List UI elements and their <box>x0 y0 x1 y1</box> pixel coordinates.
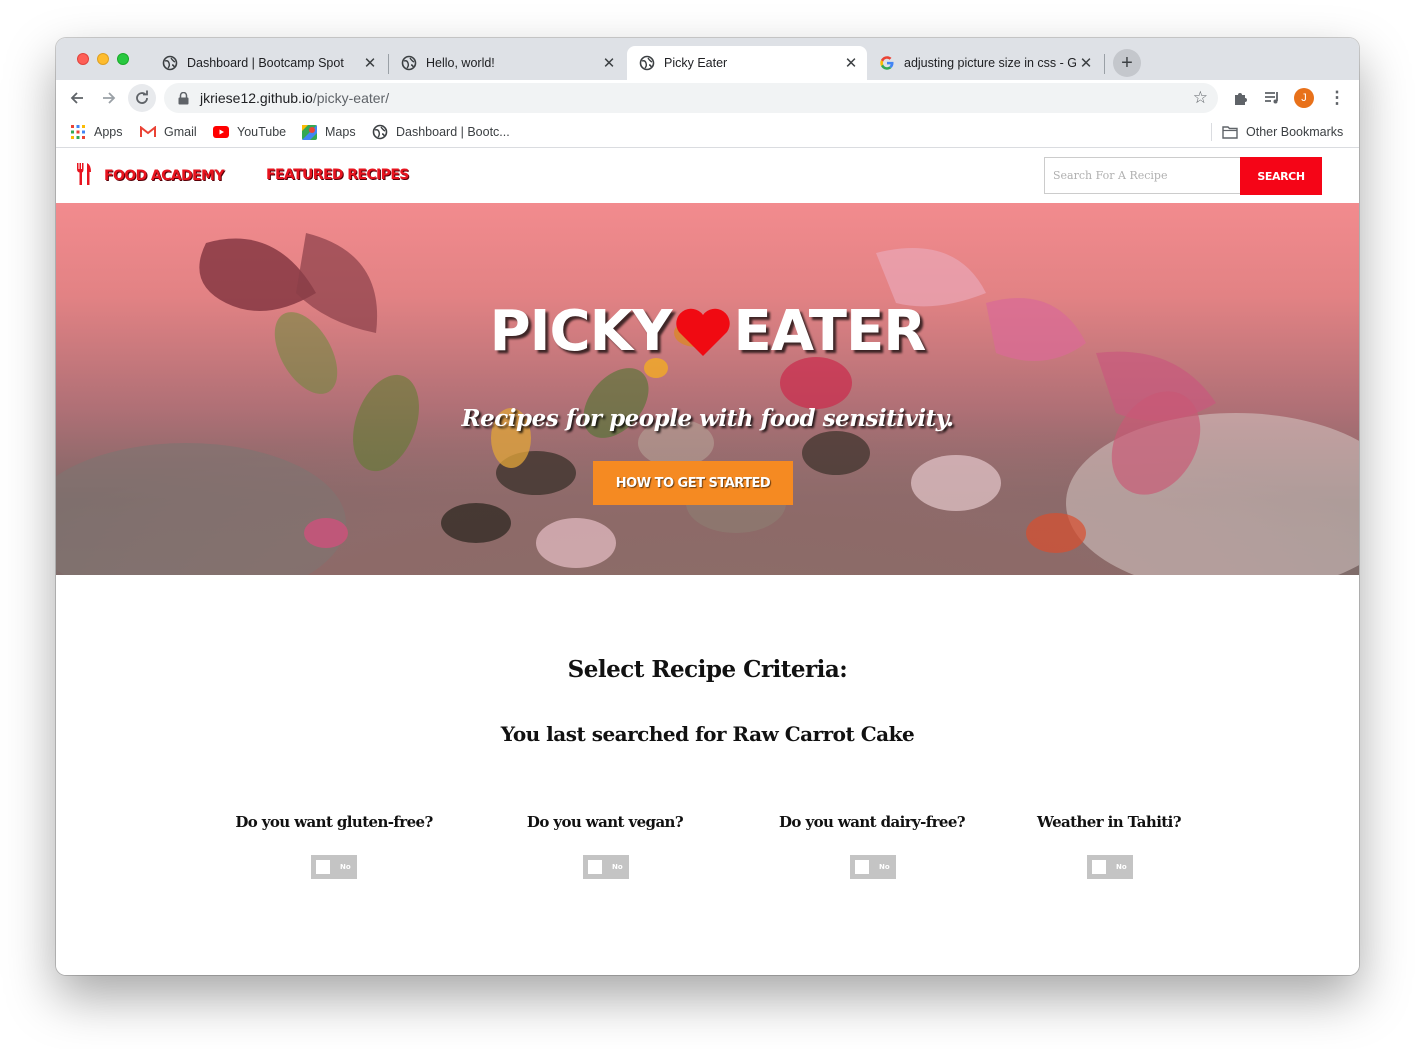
bookmark-apps[interactable]: Apps <box>70 116 123 148</box>
brand-name: Food Academy <box>104 168 224 184</box>
avatar: J <box>1294 88 1314 108</box>
gluten-free-toggle[interactable]: No <box>311 855 357 879</box>
bookmark-label: Apps <box>94 125 123 139</box>
back-button[interactable] <box>63 84 91 112</box>
gluten-free-question: Do you want gluten-free? <box>235 813 433 831</box>
toggle-label: No <box>1116 863 1127 871</box>
globe-icon <box>372 124 388 140</box>
tab-strip: Dashboard | Bootcamp Spot ✕ Hello, world… <box>56 38 1359 80</box>
youtube-icon <box>213 124 229 140</box>
hero-title-left: PICKY <box>489 299 673 364</box>
vegan-toggle[interactable]: No <box>583 855 629 879</box>
bookmark-star-icon[interactable]: ☆ <box>1193 88 1208 108</box>
arrow-right-icon <box>103 92 116 104</box>
forward-button[interactable] <box>95 84 123 112</box>
url-text: jkriese12.github.io/picky-eater/ <box>200 90 389 106</box>
bookmark-label: YouTube <box>237 125 287 139</box>
browser-toolbar: jkriese12.github.io/picky-eater/ ☆ J ⋮ <box>56 80 1359 116</box>
last-search-text: You last searched for Raw Carrot Cake <box>500 722 915 746</box>
tab-title: Picky Eater <box>664 56 728 70</box>
bookmark-label: Other Bookmarks <box>1246 125 1344 139</box>
hero-title: PICKY EATER <box>56 299 1359 364</box>
more-vertical-icon: ⋮ <box>1328 88 1346 107</box>
globe-icon <box>639 55 655 71</box>
close-icon[interactable]: ✕ <box>1076 53 1096 73</box>
heart-icon <box>675 308 730 356</box>
apps-grid-icon <box>70 124 86 140</box>
address-bar[interactable]: jkriese12.github.io/picky-eater/ ☆ <box>164 83 1218 113</box>
hero-subtitle: Recipes for people with food sensitivity… <box>461 405 954 432</box>
close-icon[interactable]: ✕ <box>360 53 380 73</box>
vegan-question: Do you want vegan? <box>526 813 684 831</box>
web-page: Food Academy Featured Recipes Search <box>56 149 1359 975</box>
puzzle-icon <box>1235 93 1247 105</box>
toggle-label: No <box>612 863 623 871</box>
dairy-free-question: Do you want dairy-free? <box>779 813 966 831</box>
playlist-icon <box>1264 92 1278 104</box>
lock-icon <box>176 91 190 105</box>
get-started-button[interactable]: How to get started <box>593 461 793 505</box>
other-bookmarks[interactable]: Other Bookmarks <box>1222 116 1343 148</box>
maps-icon <box>301 124 317 140</box>
food-background-image <box>56 233 1359 575</box>
browser-window: Dashboard | Bootcamp Spot ✕ Hello, world… <box>56 38 1359 975</box>
tab-title: Hello, world! <box>426 56 495 70</box>
site-navbar: Food Academy Featured Recipes Search <box>56 149 1359 203</box>
toggle-label: No <box>879 863 890 871</box>
tab-hello-world[interactable]: Hello, world! ✕ <box>389 46 625 80</box>
dairy-free-toggle[interactable]: No <box>850 855 896 879</box>
bookmarks-bar: Apps Gmail YouTube Maps Dashboard | Boot… <box>56 116 1359 148</box>
bookmark-label: Maps <box>325 125 356 139</box>
criteria-heading: Select Recipe Criteria: <box>567 656 848 683</box>
bookmark-label: Gmail <box>164 125 197 139</box>
nav-featured-recipes[interactable]: Featured Recipes <box>266 167 409 183</box>
arrow-left-icon <box>70 92 83 104</box>
reload-icon <box>136 90 148 104</box>
hero-banner: PICKY EATER Recipes for people with food… <box>56 203 1359 575</box>
globe-icon <box>162 55 178 71</box>
close-window-button[interactable] <box>77 53 89 65</box>
bookmark-label: Dashboard | Bootc... <box>396 125 510 139</box>
tab-separator <box>1104 54 1105 74</box>
recipe-search-input[interactable] <box>1044 157 1240 194</box>
url-host: jkriese12.github.io <box>200 90 313 106</box>
close-icon[interactable]: ✕ <box>841 53 861 73</box>
tab-google-search[interactable]: adjusting picture size in css - G ✕ <box>867 46 1102 80</box>
extensions-button[interactable] <box>1227 84 1255 112</box>
zoom-window-button[interactable] <box>117 53 129 65</box>
toggle-knob <box>855 860 869 874</box>
minimize-window-button[interactable] <box>97 53 109 65</box>
tab-picky-eater[interactable]: Picky Eater ✕ <box>627 46 867 80</box>
bookmark-youtube[interactable]: YouTube <box>213 116 286 148</box>
hero-title-right: EATER <box>733 299 927 364</box>
bookmarks-divider <box>1211 123 1212 141</box>
weather-question: Weather in Tahiti? <box>1037 813 1181 831</box>
folder-icon <box>1222 124 1238 140</box>
toggle-label: No <box>340 863 351 871</box>
brand-link[interactable]: Food Academy <box>76 162 224 190</box>
search-button[interactable]: Search <box>1240 157 1322 195</box>
bookmark-dashboard[interactable]: Dashboard | Bootc... <box>372 116 510 148</box>
weather-toggle[interactable]: No <box>1087 855 1133 879</box>
fork-knife-icon <box>76 162 92 190</box>
close-icon[interactable]: ✕ <box>599 53 619 73</box>
tab-title: adjusting picture size in css - G <box>904 56 1076 70</box>
toggle-knob <box>588 860 602 874</box>
toggle-knob <box>1092 860 1106 874</box>
reload-button[interactable] <box>128 84 156 112</box>
globe-icon <box>401 55 417 71</box>
bookmark-maps[interactable]: Maps <box>301 116 356 148</box>
media-control-button[interactable] <box>1258 84 1286 112</box>
tab-title: Dashboard | Bootcamp Spot <box>187 56 344 70</box>
tab-dashboard[interactable]: Dashboard | Bootcamp Spot ✕ <box>150 46 386 80</box>
profile-button[interactable]: J <box>1290 84 1318 112</box>
gmail-icon <box>140 124 156 140</box>
google-icon <box>879 55 895 71</box>
bookmark-gmail[interactable]: Gmail <box>140 116 197 148</box>
chrome-menu-button[interactable]: ⋮ <box>1323 84 1351 112</box>
new-tab-button[interactable]: + <box>1113 49 1141 77</box>
toggle-knob <box>316 860 330 874</box>
url-path: /picky-eater/ <box>312 90 390 106</box>
